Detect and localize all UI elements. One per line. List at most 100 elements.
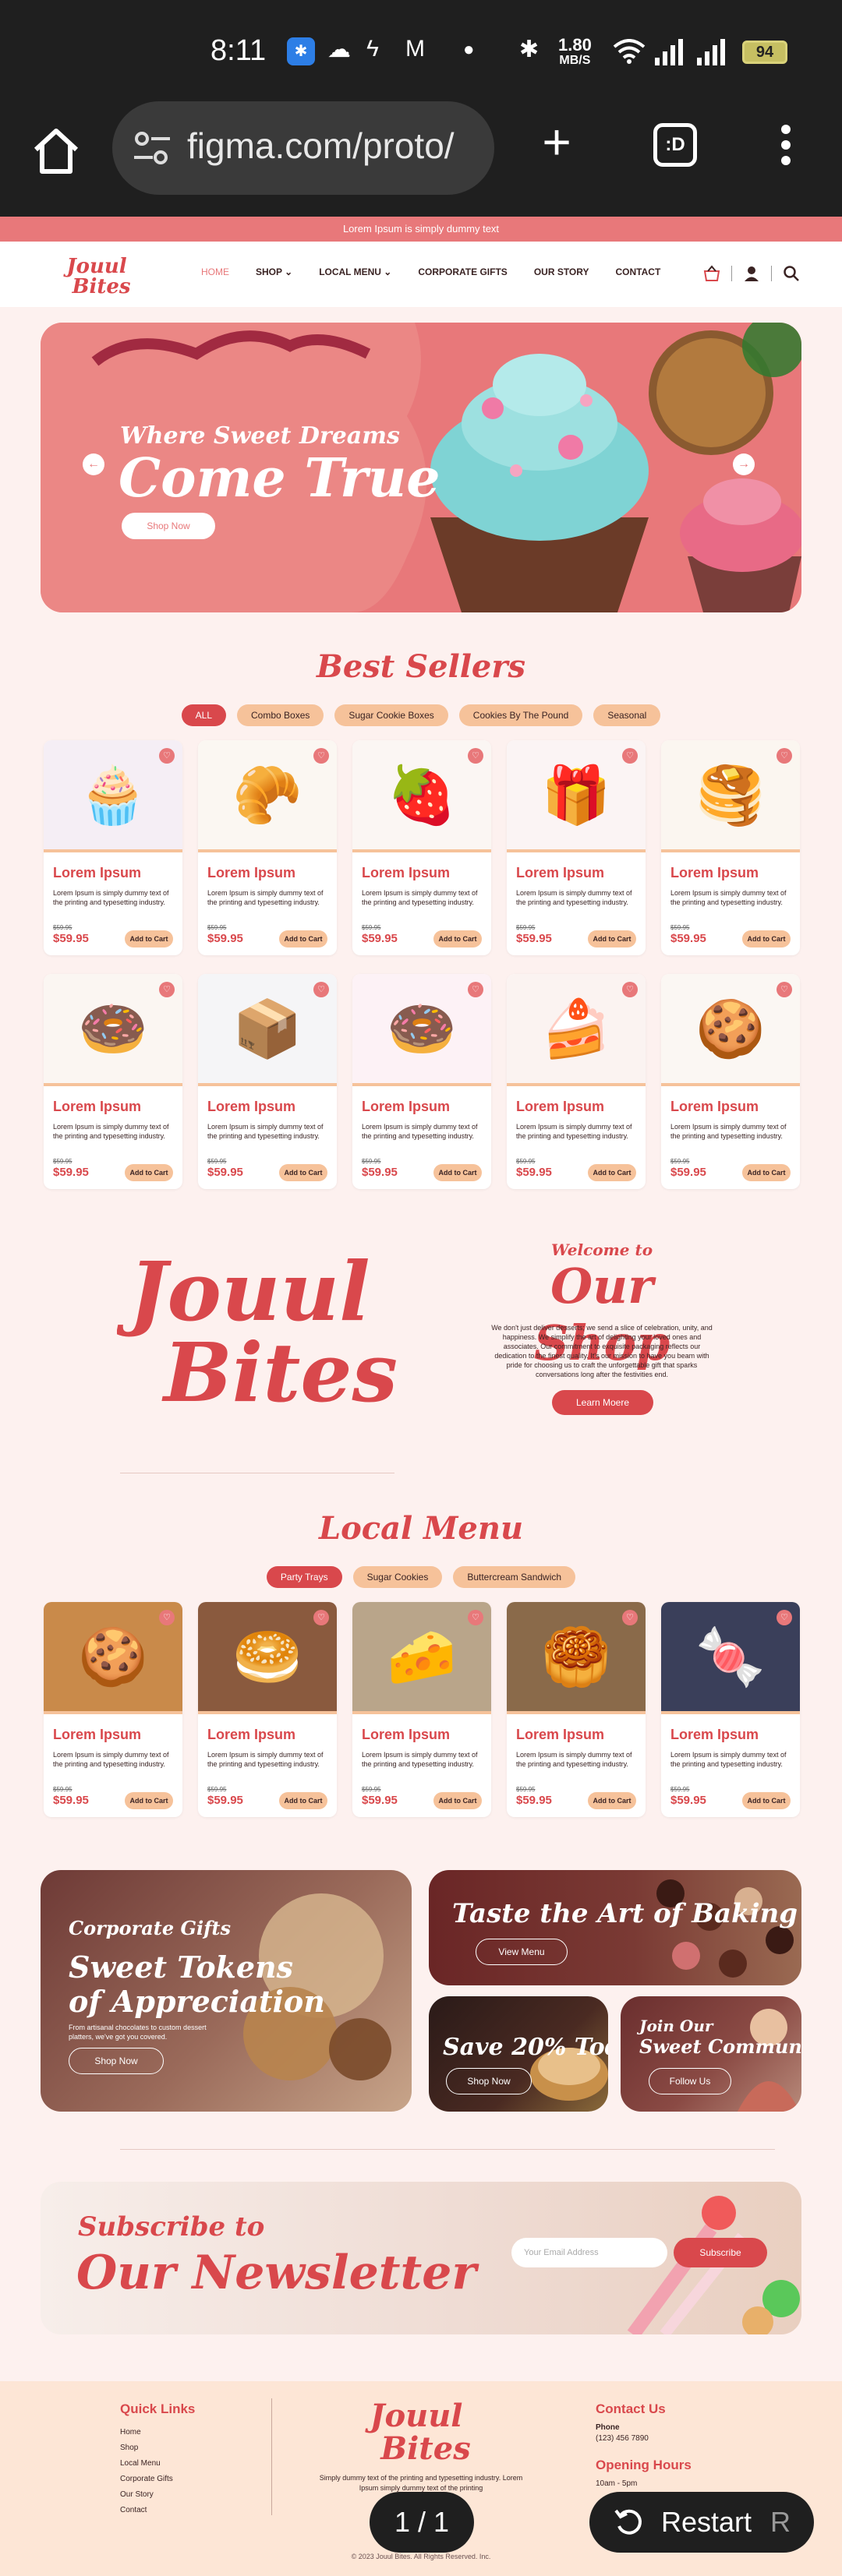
user-icon[interactable]: [743, 265, 760, 282]
nav-corporate-gifts[interactable]: CORPORATE GIFTS: [418, 266, 507, 277]
brand-logo[interactable]: Jouul Bites: [58, 251, 136, 299]
wishlist-heart-icon[interactable]: ♡: [313, 1610, 329, 1625]
footer-link-contact[interactable]: Contact: [120, 2503, 173, 2518]
product-title[interactable]: Lorem Ipsum: [362, 865, 450, 881]
add-to-cart-button[interactable]: Add to Cart: [588, 1792, 636, 1809]
wishlist-heart-icon[interactable]: ♡: [777, 748, 792, 764]
hero-shop-now-button[interactable]: Shop Now: [122, 513, 215, 539]
home-icon[interactable]: [30, 125, 83, 178]
product-card[interactable]: 🎁 ♡ Lorem Ipsum Lorem Ipsum is simply dummy…: [507, 740, 646, 955]
footer-link-our-story[interactable]: Our Story: [120, 2487, 173, 2503]
product-title[interactable]: Lorem Ipsum: [362, 1099, 450, 1115]
product-card[interactable]: 🍪 ♡ Lorem Ipsum Lorem Ipsum is simply dummy…: [44, 1602, 182, 1817]
add-to-cart-button[interactable]: Add to Cart: [588, 930, 636, 947]
wishlist-heart-icon[interactable]: ♡: [777, 1610, 792, 1625]
add-to-cart-button[interactable]: Add to Cart: [433, 930, 482, 947]
product-card[interactable]: 🍩 ♡ Lorem Ipsum Lorem Ipsum is simply dummy…: [44, 974, 182, 1189]
wishlist-heart-icon[interactable]: ♡: [622, 748, 638, 764]
wishlist-heart-icon[interactable]: ♡: [159, 1610, 175, 1625]
filter-all[interactable]: ALL: [181, 704, 226, 726]
phone-number[interactable]: (123) 456 7890: [596, 2434, 649, 2443]
product-title[interactable]: Lorem Ipsum: [670, 1727, 759, 1743]
restart-button[interactable]: Restart R: [589, 2492, 814, 2553]
product-card[interactable]: 🥯 ♡ Lorem Ipsum Lorem Ipsum is simply dummy…: [198, 1602, 337, 1817]
new-tab-icon[interactable]: +: [533, 117, 580, 167]
add-to-cart-button[interactable]: Add to Cart: [433, 1164, 482, 1181]
product-title[interactable]: Lorem Ipsum: [516, 1727, 604, 1743]
hero-next-arrow-icon[interactable]: →: [733, 453, 755, 475]
nav-shop[interactable]: SHOP ⌄: [256, 266, 292, 277]
add-to-cart-button[interactable]: Add to Cart: [742, 930, 791, 947]
filter-sugar-cookies[interactable]: Sugar Cookies: [352, 1566, 443, 1588]
corporate-shop-now-button[interactable]: Shop Now: [69, 2048, 164, 2074]
add-to-cart-button[interactable]: Add to Cart: [125, 1792, 173, 1809]
follow-us-button[interactable]: Follow Us: [649, 2068, 731, 2094]
product-card[interactable]: 🍰 ♡ Lorem Ipsum Lorem Ipsum is simply dummy…: [507, 974, 646, 1189]
wishlist-heart-icon[interactable]: ♡: [622, 1610, 638, 1625]
wishlist-heart-icon[interactable]: ♡: [313, 982, 329, 997]
add-to-cart-button[interactable]: Add to Cart: [433, 1792, 482, 1809]
newsletter-email-input[interactable]: Your Email Address: [511, 2238, 667, 2267]
nav-home[interactable]: HOME: [201, 266, 229, 277]
add-to-cart-button[interactable]: Add to Cart: [742, 1164, 791, 1181]
wishlist-heart-icon[interactable]: ♡: [159, 982, 175, 997]
product-card[interactable]: 🍬 ♡ Lorem Ipsum Lorem Ipsum is simply dummy…: [661, 1602, 800, 1817]
product-card[interactable]: 🧀 ♡ Lorem Ipsum Lorem Ipsum is simply dummy…: [352, 1602, 491, 1817]
product-card[interactable]: 🥮 ♡ Lorem Ipsum Lorem Ipsum is simply dummy…: [507, 1602, 646, 1817]
nav-contact[interactable]: CONTACT: [616, 266, 661, 277]
search-icon[interactable]: [783, 265, 800, 282]
filter-party-trays[interactable]: Party Trays: [266, 1566, 342, 1588]
product-title[interactable]: Lorem Ipsum: [516, 865, 604, 881]
add-to-cart-button[interactable]: Add to Cart: [125, 930, 173, 947]
product-card[interactable]: 📦 ♡ Lorem Ipsum Lorem Ipsum is simply dummy…: [198, 974, 337, 1189]
product-title[interactable]: Lorem Ipsum: [516, 1099, 604, 1115]
filter-seasonal[interactable]: Seasonal: [593, 704, 661, 726]
wishlist-heart-icon[interactable]: ♡: [468, 982, 483, 997]
product-title[interactable]: Lorem Ipsum: [670, 865, 759, 881]
more-menu-icon[interactable]: [775, 125, 797, 171]
product-title[interactable]: Lorem Ipsum: [670, 1099, 759, 1115]
product-title[interactable]: Lorem Ipsum: [53, 1099, 141, 1115]
view-menu-button[interactable]: View Menu: [476, 1939, 568, 1965]
product-title[interactable]: Lorem Ipsum: [207, 1727, 295, 1743]
footer-link-local-menu[interactable]: Local Menu: [120, 2456, 173, 2472]
address-bar[interactable]: figma.com/proto/: [112, 101, 494, 195]
product-title[interactable]: Lorem Ipsum: [362, 1727, 450, 1743]
filter-combo-boxes[interactable]: Combo Boxes: [237, 704, 324, 726]
product-card[interactable]: 🥐 ♡ Lorem Ipsum Lorem Ipsum is simply dummy…: [198, 740, 337, 955]
product-title[interactable]: Lorem Ipsum: [207, 1099, 295, 1115]
save-shop-now-button[interactable]: Shop Now: [446, 2068, 532, 2094]
wishlist-heart-icon[interactable]: ♡: [159, 748, 175, 764]
product-card[interactable]: 🥞 ♡ Lorem Ipsum Lorem Ipsum is simply dummy…: [661, 740, 800, 955]
product-card[interactable]: 🧁 ♡ Lorem Ipsum Lorem Ipsum is simply dummy…: [44, 740, 182, 955]
add-to-cart-button[interactable]: Add to Cart: [742, 1792, 791, 1809]
wishlist-heart-icon[interactable]: ♡: [313, 748, 329, 764]
wishlist-heart-icon[interactable]: ♡: [468, 1610, 483, 1625]
filter-cookies-by-pound[interactable]: Cookies By The Pound: [458, 704, 583, 726]
product-card[interactable]: 🍪 ♡ Lorem Ipsum Lorem Ipsum is simply dummy…: [661, 974, 800, 1189]
product-title[interactable]: Lorem Ipsum: [53, 1727, 141, 1743]
add-to-cart-button[interactable]: Add to Cart: [125, 1164, 173, 1181]
wishlist-heart-icon[interactable]: ♡: [468, 748, 483, 764]
add-to-cart-button[interactable]: Add to Cart: [279, 930, 327, 947]
filter-buttercream-sandwich[interactable]: Buttercream Sandwich: [453, 1566, 576, 1588]
add-to-cart-button[interactable]: Add to Cart: [279, 1164, 327, 1181]
subscribe-button[interactable]: Subscribe: [674, 2238, 767, 2267]
learn-more-button[interactable]: Learn Moere: [552, 1390, 653, 1415]
nav-our-story[interactable]: OUR STORY: [534, 266, 589, 277]
site-settings-icon[interactable]: [133, 131, 172, 165]
tabs-button[interactable]: :D: [653, 123, 697, 167]
product-card[interactable]: 🍩 ♡ Lorem Ipsum Lorem Ipsum is simply dummy…: [352, 974, 491, 1189]
filter-sugar-cookie-boxes[interactable]: Sugar Cookie Boxes: [334, 704, 448, 726]
nav-local-menu[interactable]: LOCAL MENU ⌄: [319, 266, 391, 277]
add-to-cart-button[interactable]: Add to Cart: [588, 1164, 636, 1181]
wishlist-heart-icon[interactable]: ♡: [622, 982, 638, 997]
add-to-cart-button[interactable]: Add to Cart: [279, 1792, 327, 1809]
footer-link-home[interactable]: Home: [120, 2425, 173, 2440]
product-card[interactable]: 🍓 ♡ Lorem Ipsum Lorem Ipsum is simply dummy…: [352, 740, 491, 955]
footer-link-shop[interactable]: Shop: [120, 2440, 173, 2456]
basket-icon[interactable]: [703, 265, 720, 282]
wishlist-heart-icon[interactable]: ♡: [777, 982, 792, 997]
footer-link-corporate-gifts[interactable]: Corporate Gifts: [120, 2472, 173, 2487]
product-title[interactable]: Lorem Ipsum: [53, 865, 141, 881]
